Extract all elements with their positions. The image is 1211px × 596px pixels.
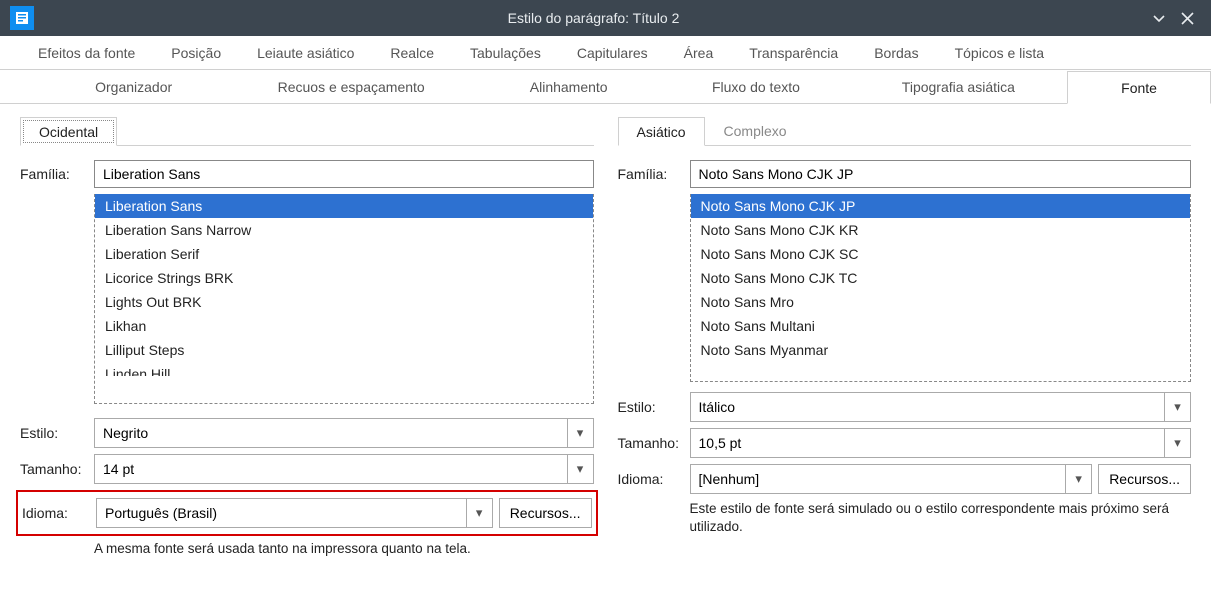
tab-row1-5[interactable]: Capitulares [559,36,666,69]
asian-lang-row: Idioma: [Nenhum] ▾ Recursos... [618,464,1192,494]
window-title: Estilo do parágrafo: Título 2 [42,10,1145,26]
western-hint: A mesma fonte será usada tanto na impres… [94,540,594,558]
tab-alinhamento[interactable]: Alinhamento [475,70,662,103]
asian-hint: Este estilo de fonte será simulado ou o … [690,500,1192,536]
list-item[interactable]: Lilliput Steps [95,338,593,362]
subtab-asiatico[interactable]: Asiático [618,117,705,146]
list-item[interactable]: Noto Sans Mono CJK KR [691,218,1191,242]
tab-recuos[interactable]: Recuos e espaçamento [227,70,475,103]
list-item[interactable]: Noto Sans Mono CJK JP [691,194,1191,218]
asian-family-list[interactable]: Noto Sans Mono CJK JP Noto Sans Mono CJK… [690,194,1192,382]
list-item[interactable]: Liberation Sans [95,194,593,218]
asian-family-input[interactable]: Noto Sans Mono CJK JP [690,160,1192,188]
asian-features-button[interactable]: Recursos... [1098,464,1191,494]
tab-row1-9[interactable]: Tópicos e lista [937,36,1062,69]
tab-tipografia[interactable]: Tipografia asiática [850,70,1068,103]
close-icon[interactable] [1173,4,1201,32]
content-area: Ocidental Família: Liberation Sans Liber… [0,104,1211,558]
subtab-complexo[interactable]: Complexo [705,116,806,145]
asian-subtabs: Asiático Complexo [618,116,1192,146]
western-size-row: Tamanho: 14 pt ▾ [20,454,594,484]
list-item[interactable]: Noto Sans Mono CJK TC [691,266,1191,290]
tab-fonte[interactable]: Fonte [1067,71,1211,104]
tab-row1-2[interactable]: Leiaute asiático [239,36,372,69]
western-style-label: Estilo: [20,425,94,441]
tab-row1-4[interactable]: Tabulações [452,36,559,69]
asian-family-label: Família: [618,166,690,182]
asian-style-row: Estilo: Itálico ▾ [618,392,1192,422]
tab-row1-6[interactable]: Área [666,36,732,69]
list-item[interactable]: Noto Sans Myanmar [691,338,1191,362]
asian-size-combo[interactable]: 10,5 pt ▾ [690,428,1192,458]
western-lang-combo[interactable]: Português (Brasil) ▾ [96,498,493,528]
minimize-icon[interactable] [1145,4,1173,32]
western-family-list[interactable]: Liberation Sans Liberation Sans Narrow L… [94,194,594,404]
asian-style-label: Estilo: [618,399,690,415]
western-subtabs: Ocidental [20,116,594,146]
asian-size-row: Tamanho: 10,5 pt ▾ [618,428,1192,458]
western-features-button[interactable]: Recursos... [499,498,592,528]
asian-family-row: Família: Noto Sans Mono CJK JP [618,160,1192,188]
chevron-down-icon[interactable]: ▾ [1065,465,1091,493]
list-item[interactable]: Noto Sans Mono CJK SC [691,242,1191,266]
western-lang-label: Idioma: [22,505,96,521]
asian-column: Asiático Complexo Família: Noto Sans Mon… [618,116,1192,558]
western-family-label: Família: [20,166,94,182]
list-item[interactable]: Liberation Serif [95,242,593,266]
asian-size-label: Tamanho: [618,435,690,451]
tab-row-1: Efeitos da fonte Posição Leiaute asiátic… [0,36,1211,70]
list-item[interactable]: Linden Hill [95,362,593,376]
list-item[interactable]: Liberation Sans Narrow [95,218,593,242]
list-item[interactable]: Noto Sans Mro [691,290,1191,314]
western-family-row: Família: Liberation Sans [20,160,594,188]
western-style-row: Estilo: Negrito ▾ [20,418,594,448]
tab-row1-1[interactable]: Posição [153,36,239,69]
subtab-ocidental[interactable]: Ocidental [20,117,117,146]
tab-row1-0[interactable]: Efeitos da fonte [20,36,153,69]
asian-lang-combo[interactable]: [Nenhum] ▾ [690,464,1093,494]
western-family-input[interactable]: Liberation Sans [94,160,594,188]
chevron-down-icon[interactable]: ▾ [567,419,593,447]
chevron-down-icon[interactable]: ▾ [466,499,492,527]
titlebar: Estilo do parágrafo: Título 2 [0,0,1211,36]
western-size-combo[interactable]: 14 pt ▾ [94,454,594,484]
tab-row1-3[interactable]: Realce [372,36,452,69]
list-item[interactable]: Noto Sans Multani [691,314,1191,338]
list-item[interactable]: Likhan [95,314,593,338]
app-icon [10,6,34,30]
tab-organizador[interactable]: Organizador [40,70,227,103]
tab-row1-8[interactable]: Bordas [856,36,936,69]
tab-row1-7[interactable]: Transparência [731,36,856,69]
highlighted-language-row: Idioma: Português (Brasil) ▾ Recursos... [16,490,598,536]
asian-lang-label: Idioma: [618,471,690,487]
chevron-down-icon[interactable]: ▾ [1164,393,1190,421]
asian-style-combo[interactable]: Itálico ▾ [690,392,1192,422]
list-item[interactable]: Lights Out BRK [95,290,593,314]
western-column: Ocidental Família: Liberation Sans Liber… [20,116,594,558]
chevron-down-icon[interactable]: ▾ [1164,429,1190,457]
chevron-down-icon[interactable]: ▾ [567,455,593,483]
tab-row-2: Organizador Recuos e espaçamento Alinham… [0,70,1211,104]
list-item[interactable]: Licorice Strings BRK [95,266,593,290]
western-size-label: Tamanho: [20,461,94,477]
western-style-combo[interactable]: Negrito ▾ [94,418,594,448]
tab-fluxo[interactable]: Fluxo do texto [662,70,849,103]
